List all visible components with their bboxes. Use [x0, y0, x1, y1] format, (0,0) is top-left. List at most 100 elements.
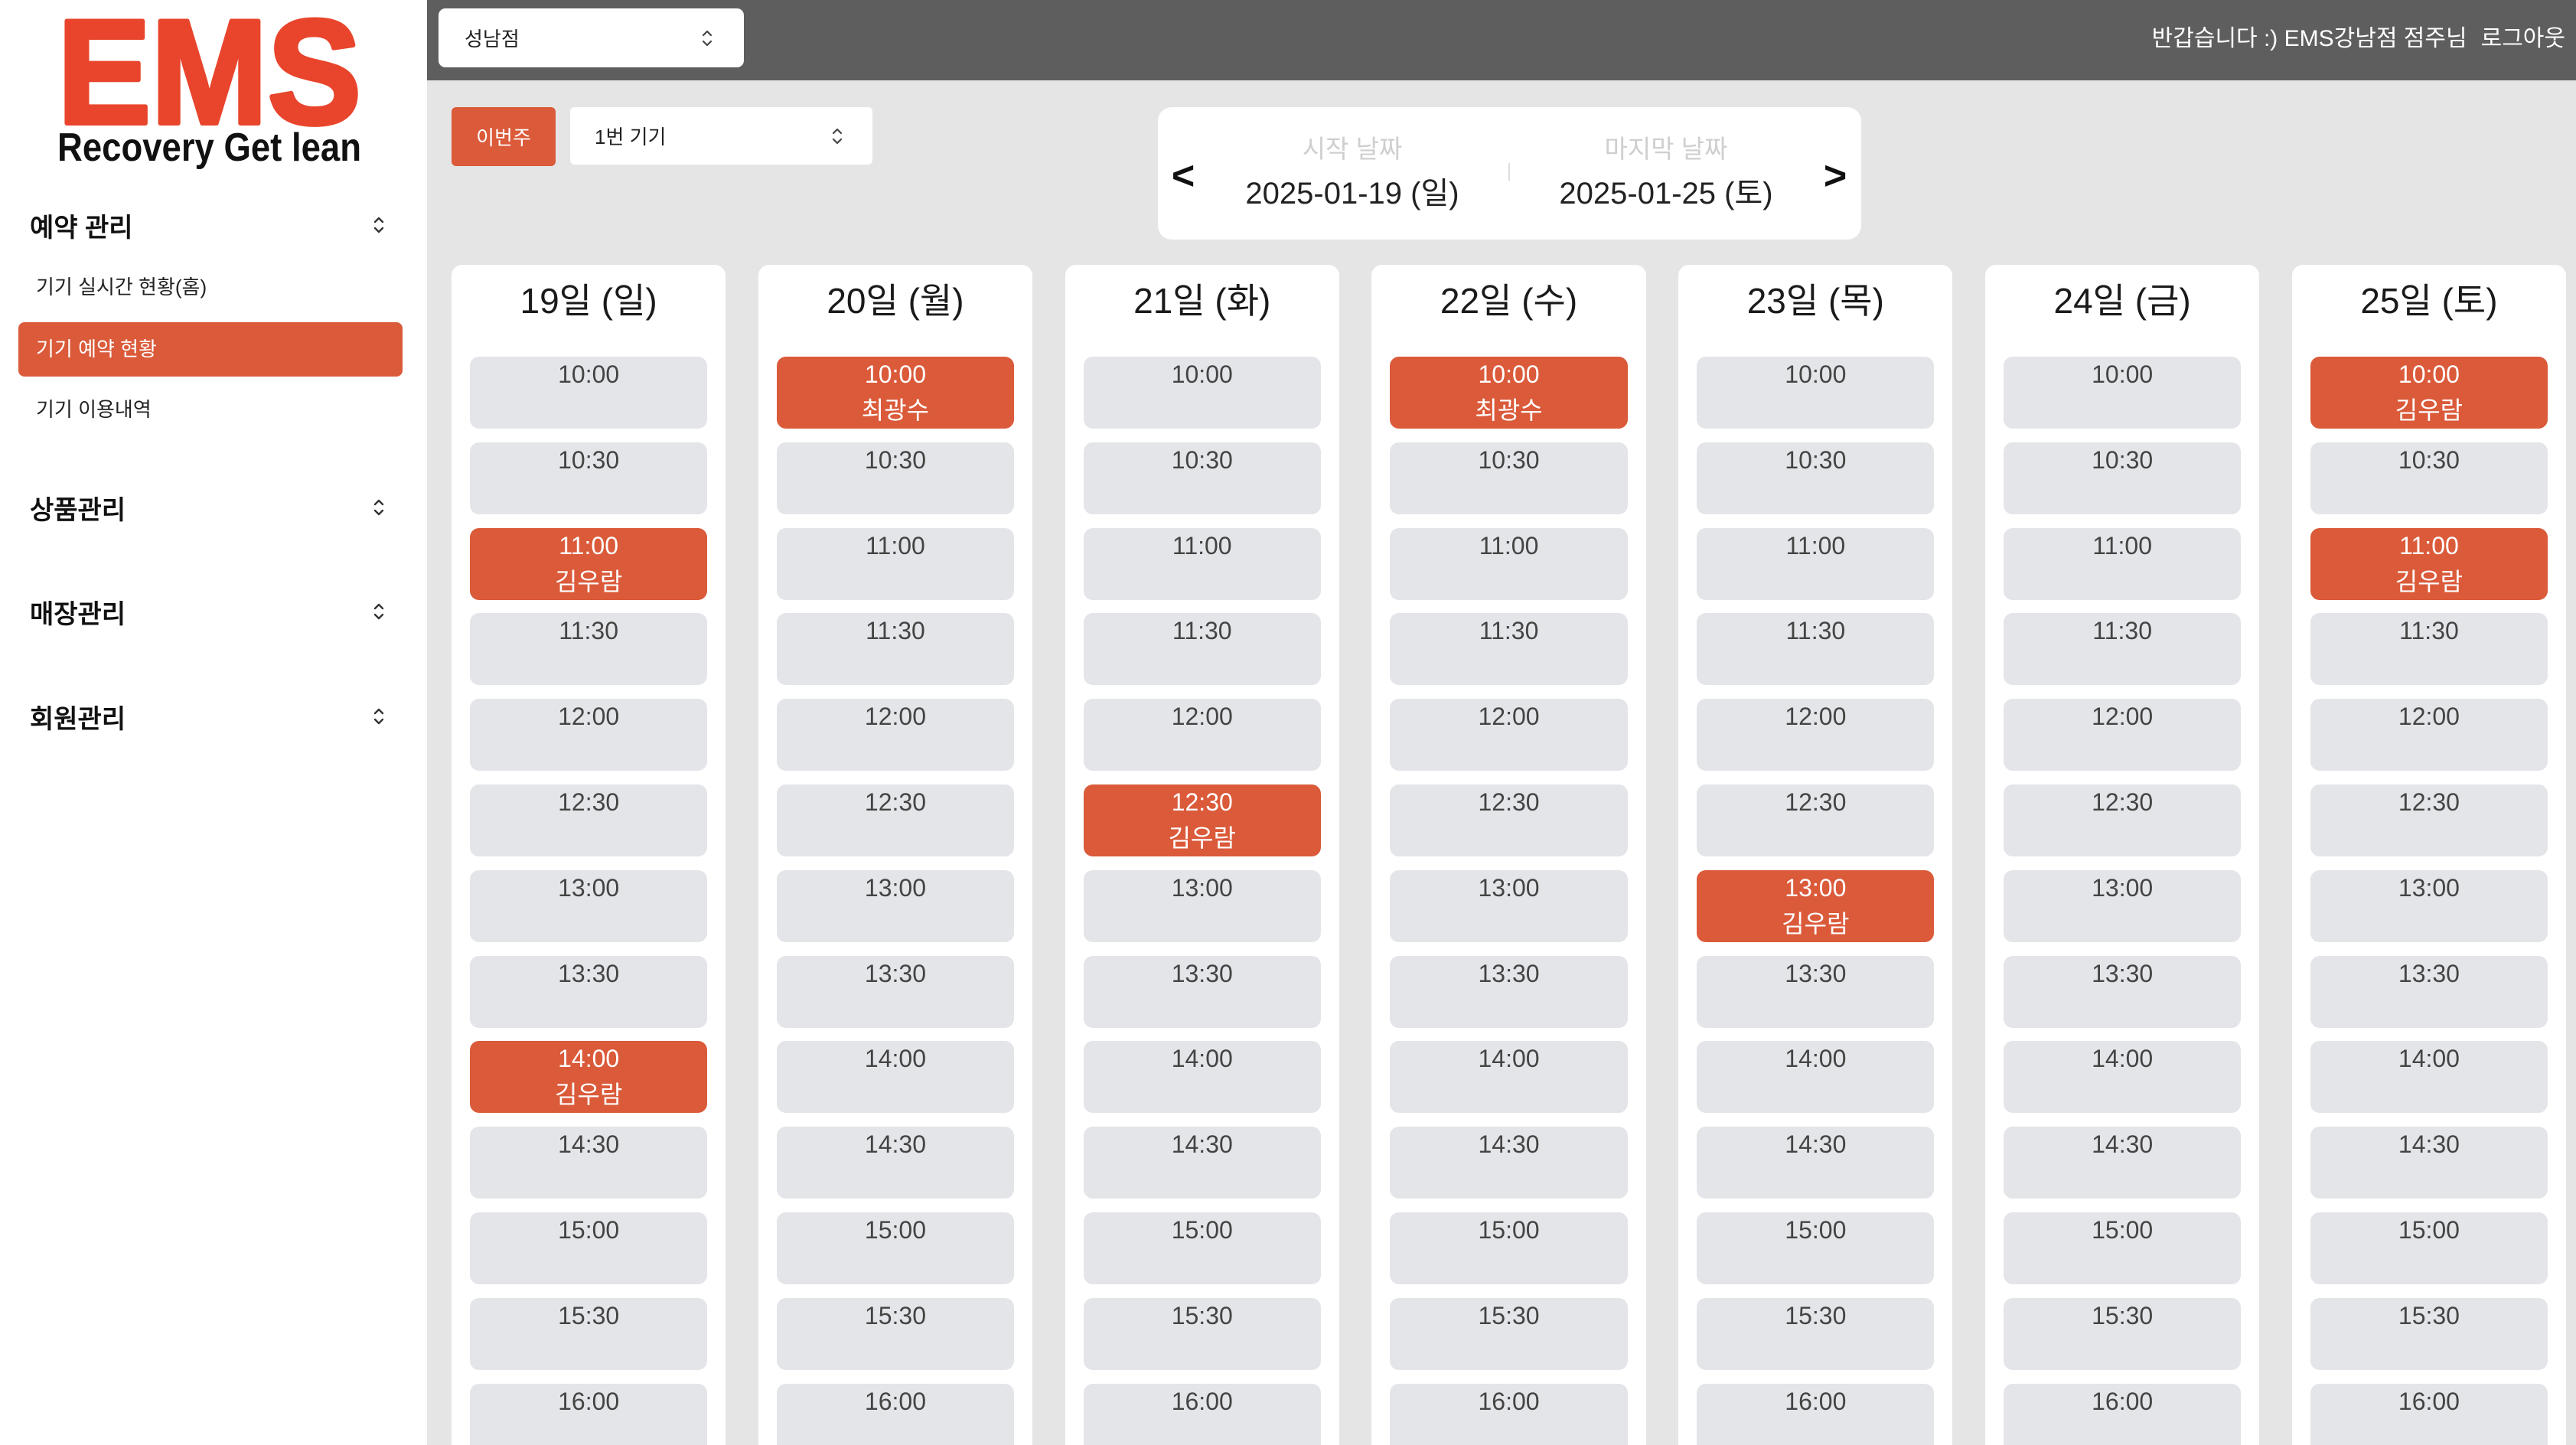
time-slot[interactable]: 14:00 [1697, 1041, 1935, 1114]
time-slot[interactable]: 10:00 [2003, 357, 2242, 429]
start-date-value[interactable]: 2025-01-19 (일) [1237, 175, 1467, 213]
time-slot[interactable]: 16:00 [470, 1383, 708, 1445]
time-slot[interactable]: 10:00 [1083, 357, 1321, 429]
nav-section-stores[interactable]: 매장관리 [30, 589, 387, 634]
time-slot[interactable]: 14:30 [1390, 1127, 1628, 1199]
nav-section-products[interactable]: 상품관리 [30, 484, 387, 530]
time-slot[interactable]: 15:00 [2310, 1212, 2548, 1284]
time-slot[interactable]: 15:30 [470, 1297, 708, 1370]
time-slot[interactable]: 12:00 [1390, 699, 1628, 771]
sidebar-item-device-usage-history[interactable]: 기기 이용내역 [18, 383, 403, 437]
time-slot[interactable]: 16:00 [1083, 1383, 1321, 1445]
time-slot[interactable]: 13:00 [2310, 869, 2548, 942]
time-slot[interactable]: 12:00 [1083, 699, 1321, 771]
time-slot[interactable]: 14:00 [1083, 1041, 1321, 1114]
time-slot[interactable]: 16:00 [1390, 1383, 1628, 1445]
time-slot[interactable]: 14:00 [2310, 1041, 2548, 1114]
booked-slot[interactable]: 10:00 김우람 [2310, 357, 2548, 429]
time-slot[interactable]: 15:30 [2003, 1297, 2242, 1370]
booked-slot[interactable]: 13:00 김우람 [1697, 869, 1935, 942]
logout-link[interactable]: 로그아웃 [2481, 19, 2565, 53]
time-slot[interactable]: 12:00 [2310, 699, 2548, 771]
time-slot[interactable]: 11:30 [2310, 613, 2548, 686]
time-slot[interactable]: 12:30 [470, 784, 708, 856]
time-slot[interactable]: 10:30 [1697, 442, 1935, 514]
time-slot[interactable]: 14:30 [1083, 1127, 1321, 1199]
time-slot[interactable]: 10:00 [470, 357, 708, 429]
time-slot[interactable]: 10:30 [1083, 442, 1321, 514]
time-slot[interactable]: 10:30 [776, 442, 1015, 514]
booked-slot[interactable]: 10:00 최광수 [776, 357, 1015, 429]
time-slot[interactable]: 10:00 [1697, 357, 1935, 429]
time-slot[interactable]: 14:30 [470, 1127, 708, 1199]
device-select[interactable]: 1번 기기 [570, 107, 872, 165]
time-slot[interactable]: 14:30 [2003, 1127, 2242, 1199]
time-slot[interactable]: 10:30 [2310, 442, 2548, 514]
store-select[interactable]: 성남점 [439, 8, 744, 67]
booked-slot[interactable]: 11:00 김우람 [470, 527, 708, 600]
time-slot[interactable]: 15:30 [776, 1297, 1015, 1370]
time-slot[interactable]: 13:00 [2003, 869, 2242, 942]
time-slot[interactable]: 14:00 [776, 1041, 1015, 1114]
end-date-value[interactable]: 2025-01-25 (토) [1551, 175, 1781, 213]
time-slot[interactable]: 11:00 [1390, 527, 1628, 600]
time-slot[interactable]: 10:30 [1390, 442, 1628, 514]
time-slot[interactable]: 15:00 [1697, 1212, 1935, 1284]
sidebar-item-device-live-status[interactable]: 기기 실시간 현황(홈) [18, 260, 403, 315]
ems-logo[interactable]: EMS Recovery Get lean [46, 11, 375, 175]
time-slot[interactable]: 16:00 [776, 1383, 1015, 1445]
time-slot[interactable]: 11:00 [776, 527, 1015, 600]
time-slot[interactable]: 11:30 [776, 613, 1015, 686]
time-slot[interactable]: 12:00 [776, 699, 1015, 771]
time-slot[interactable]: 13:30 [470, 955, 708, 1028]
time-slot[interactable]: 15:30 [2310, 1297, 2548, 1370]
time-slot[interactable]: 13:00 [470, 869, 708, 942]
time-slot[interactable]: 12:30 [1697, 784, 1935, 856]
this-week-button[interactable]: 이번주 [452, 107, 556, 166]
time-slot[interactable]: 15:30 [1083, 1297, 1321, 1370]
time-slot[interactable]: 11:30 [1083, 613, 1321, 686]
time-slot[interactable]: 15:00 [1083, 1212, 1321, 1284]
next-week-button[interactable]: > [1820, 153, 1850, 199]
time-slot[interactable]: 12:00 [470, 699, 708, 771]
time-slot[interactable]: 11:30 [1390, 613, 1628, 686]
time-slot[interactable]: 14:00 [1390, 1041, 1628, 1114]
time-slot[interactable]: 11:30 [470, 613, 708, 686]
time-slot[interactable]: 12:30 [1390, 784, 1628, 856]
time-slot[interactable]: 15:30 [1390, 1297, 1628, 1370]
time-slot[interactable]: 15:30 [1697, 1297, 1935, 1370]
time-slot[interactable]: 13:30 [1390, 955, 1628, 1028]
time-slot[interactable]: 15:00 [776, 1212, 1015, 1284]
time-slot[interactable]: 14:30 [1697, 1127, 1935, 1199]
booked-slot[interactable]: 14:00 김우람 [470, 1041, 708, 1114]
time-slot[interactable]: 11:00 [1083, 527, 1321, 600]
booked-slot[interactable]: 12:30 김우람 [1083, 784, 1321, 856]
time-slot[interactable]: 12:00 [1697, 699, 1935, 771]
time-slot[interactable]: 11:30 [1697, 613, 1935, 686]
time-slot[interactable]: 14:30 [776, 1127, 1015, 1199]
time-slot[interactable]: 13:30 [1083, 955, 1321, 1028]
time-slot[interactable]: 16:00 [1697, 1383, 1935, 1445]
sidebar-item-device-reservations[interactable]: 기기 예약 현황 [18, 322, 403, 377]
time-slot[interactable]: 14:00 [2003, 1041, 2242, 1114]
time-slot[interactable]: 12:00 [2003, 699, 2242, 771]
time-slot[interactable]: 10:30 [470, 442, 708, 514]
time-slot[interactable]: 13:30 [2003, 955, 2242, 1028]
time-slot[interactable]: 12:30 [2310, 784, 2548, 856]
time-slot[interactable]: 11:30 [2003, 613, 2242, 686]
time-slot[interactable]: 13:30 [1697, 955, 1935, 1028]
nav-section-members[interactable]: 회원관리 [30, 693, 387, 739]
time-slot[interactable]: 15:00 [2003, 1212, 2242, 1284]
time-slot[interactable]: 13:30 [2310, 955, 2548, 1028]
booked-slot[interactable]: 10:00 최광수 [1390, 357, 1628, 429]
nav-section-reservation[interactable]: 예약 관리 [30, 202, 387, 248]
time-slot[interactable]: 13:00 [1083, 869, 1321, 942]
time-slot[interactable]: 16:00 [2310, 1383, 2548, 1445]
time-slot[interactable]: 16:00 [2003, 1383, 2242, 1445]
time-slot[interactable]: 12:30 [776, 784, 1015, 856]
time-slot[interactable]: 12:30 [2003, 784, 2242, 856]
time-slot[interactable]: 10:30 [2003, 442, 2242, 514]
time-slot[interactable]: 15:00 [1390, 1212, 1628, 1284]
time-slot[interactable]: 11:00 [2003, 527, 2242, 600]
time-slot[interactable]: 13:30 [776, 955, 1015, 1028]
